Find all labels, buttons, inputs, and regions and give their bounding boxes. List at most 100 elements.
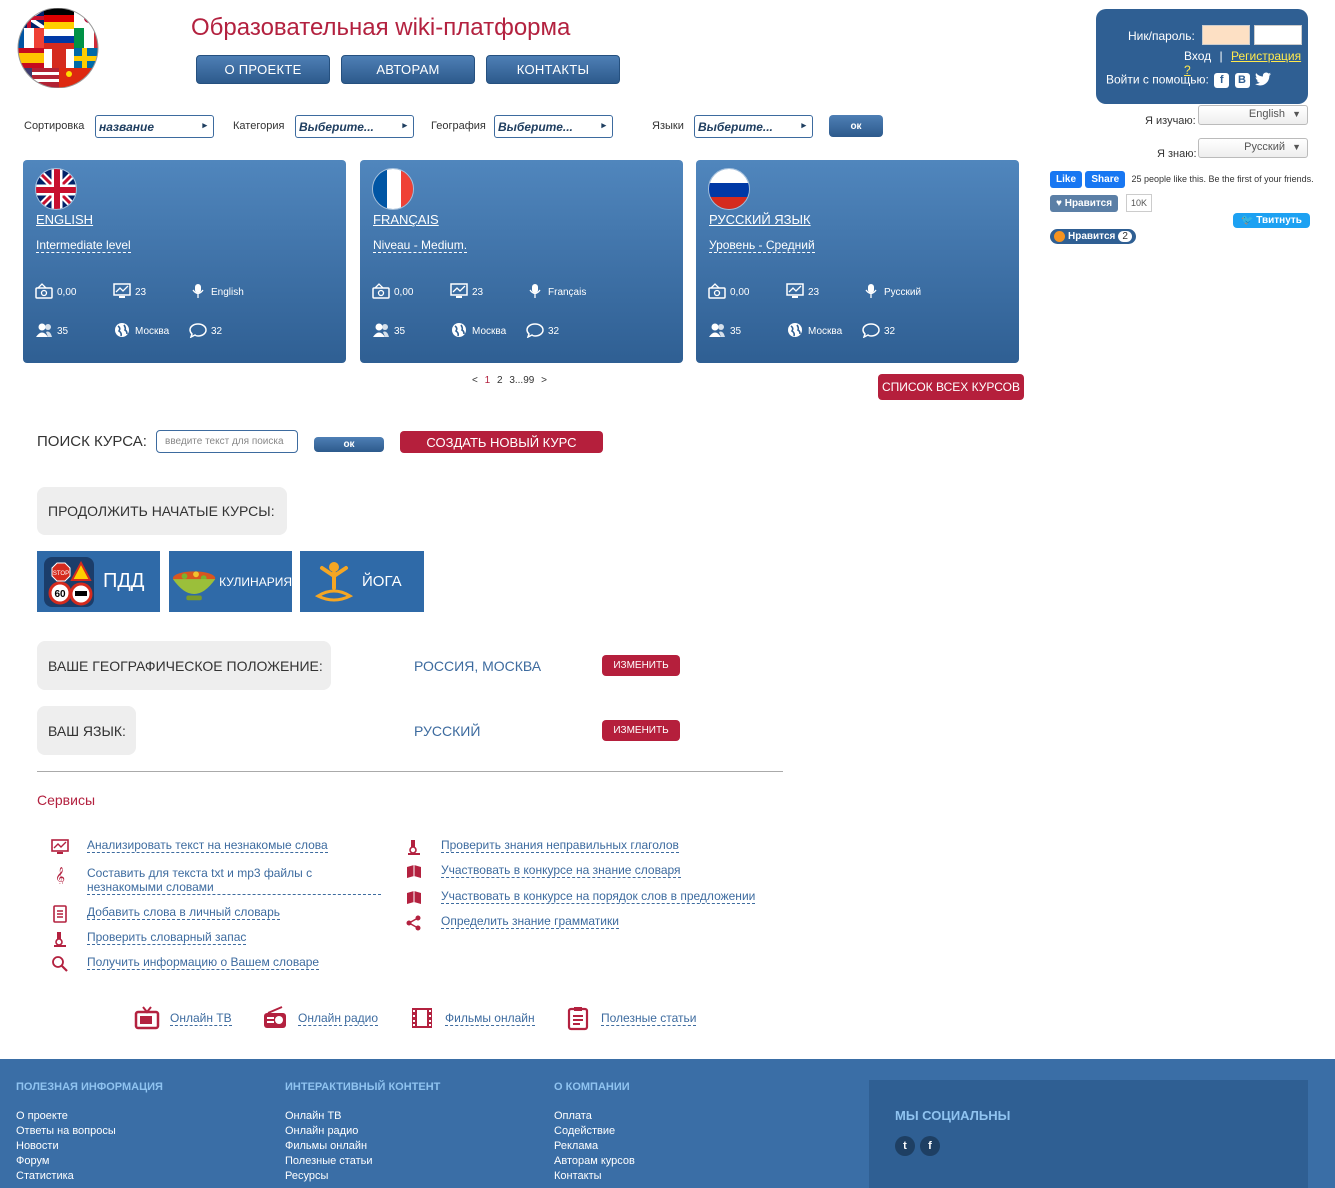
sort-select-value: название (99, 120, 155, 134)
fb-like-text: 25 people like this. Be the first of you… (1131, 174, 1314, 184)
continued-course-cooking[interactable]: КУЛИНАРИЯ (169, 551, 292, 612)
geo-value: РОССИЯ, МОСКВА (414, 658, 542, 674)
course-card[interactable]: РУССКИЙ ЯЗЫК Уровень - Средний 0,00 23 Русск… (696, 160, 1019, 363)
continued-course-yoga[interactable]: ЙОГА (300, 551, 424, 612)
learning-select[interactable]: English ▼ (1198, 105, 1308, 125)
course-stat-users-value: 35 (57, 326, 69, 337)
nav-contacts-button[interactable]: КОНТАКТЫ (486, 55, 620, 84)
footer-link[interactable]: Новости (16, 1139, 116, 1154)
ok-like-label: Нравится (1068, 231, 1116, 242)
pager-next[interactable]: > (541, 375, 547, 386)
languages-filter-select[interactable]: Выберите... ▸ (694, 115, 813, 138)
pager-page-1[interactable]: 1 (485, 375, 491, 386)
service-check-vocabulary-label: Проверить словарный запас (87, 930, 247, 945)
price-icon (708, 283, 726, 302)
create-course-button[interactable]: СОЗДАТЬ НОВЫЙ КУРС (400, 431, 603, 453)
tweet-button[interactable]: 🐦 Твитнуть (1233, 213, 1310, 228)
service-word-order-contest[interactable]: Участвовать в конкурсе на порядок слов в… (405, 889, 765, 907)
footer-link[interactable]: Ресурсы (285, 1169, 372, 1184)
radio-icon (264, 1006, 286, 1028)
course-level[interactable]: Niveau - Medium. (373, 238, 468, 253)
course-stat-stat: 23 (786, 283, 819, 302)
service-add-words[interactable]: Добавить слова в личный словарь (51, 905, 381, 923)
nick-input[interactable] (1202, 25, 1250, 45)
course-stat-price-value: 0,00 (394, 287, 414, 298)
service-dictionary-contest[interactable]: Участвовать в конкурсе на знание словаря (405, 863, 765, 881)
users-icon (708, 322, 726, 341)
course-name[interactable]: РУССКИЙ ЯЗЫК (709, 212, 811, 227)
stat-icon (113, 283, 131, 302)
media-online-tv[interactable]: Онлайн ТВ (134, 1005, 232, 1031)
footer-link[interactable]: Онлайн ТВ (285, 1109, 372, 1124)
fb-share-button[interactable]: Share (1085, 171, 1126, 188)
continued-course-yoga-label: ЙОГА (362, 573, 402, 590)
lang-icon (526, 283, 544, 302)
media-useful-articles[interactable]: Полезные статьи (565, 1005, 697, 1031)
continue-courses-label: ПРОДОЛЖИТЬ НАЧАТЫЕ КУРСЫ: (37, 487, 287, 535)
sort-select[interactable]: название ▸ (95, 115, 214, 138)
login-link[interactable]: Вход (1184, 49, 1211, 63)
pager-page-2[interactable]: 2 (497, 375, 503, 386)
media-films-online[interactable]: Фильмы онлайн (409, 1005, 535, 1031)
category-select[interactable]: Выберите... ▸ (295, 115, 414, 138)
site-logo[interactable] (14, 7, 104, 89)
course-card[interactable]: ENGLISH Intermediate level 0,00 23 English 35… (23, 160, 346, 363)
course-level[interactable]: Уровень - Средний (709, 238, 815, 253)
footer-link[interactable]: Ответы на вопросы (16, 1124, 116, 1139)
service-check-vocabulary[interactable]: Проверить словарный запас (51, 930, 381, 948)
course-stat-stat-value: 23 (135, 287, 147, 298)
vk-icon[interactable]: B (1234, 73, 1250, 88)
footer-link[interactable]: Форум (16, 1154, 116, 1169)
fb-like-button[interactable]: Like (1050, 171, 1083, 188)
footer-link[interactable]: О проекте (16, 1109, 116, 1124)
twitter-icon[interactable] (1254, 72, 1271, 89)
known-select[interactable]: Русский ▼ (1198, 138, 1308, 158)
service-grammar-test[interactable]: Определить знание грамматики (405, 914, 765, 932)
all-courses-button[interactable]: СПИСОК ВСЕХ КУРСОВ (878, 374, 1024, 400)
course-card[interactable]: FRANÇAIS Niveau - Medium. 0,00 23 Français 35… (360, 160, 683, 363)
pager-prev[interactable]: < (472, 375, 478, 386)
flag-fr-icon (372, 168, 414, 210)
course-name[interactable]: ENGLISH (36, 212, 93, 227)
course-stat-price-value: 0,00 (57, 287, 77, 298)
users-icon (372, 322, 390, 341)
footer-link[interactable]: Оплата (554, 1109, 635, 1124)
media-online-radio[interactable]: Онлайн радио (262, 1005, 379, 1031)
ok-like-button[interactable]: Нравится 2 (1050, 229, 1136, 244)
facebook-icon[interactable]: f (1214, 73, 1230, 88)
service-dictionary-info[interactable]: Получить информацию о Вашем словаре (51, 955, 381, 973)
service-irregular-verbs[interactable]: Проверить знания неправильных глаголов (405, 838, 765, 856)
change-language-button[interactable]: ИЗМЕНИТЬ (602, 720, 680, 741)
continued-course-pdd[interactable]: STOP 60 ПДД (37, 551, 160, 612)
course-name[interactable]: FRANÇAIS (373, 212, 439, 227)
footer-col3-title: О КОМПАНИИ (554, 1081, 630, 1093)
facebook-icon[interactable]: f (920, 1136, 940, 1156)
footer-link[interactable]: Контакты (554, 1169, 635, 1184)
filter-ok-button[interactable]: ок (829, 115, 883, 137)
footer-link[interactable]: Авторам курсов (554, 1154, 635, 1169)
twitter-icon[interactable]: t (895, 1136, 915, 1156)
service-make-files[interactable]: 𝄞 Составить для текста txt и mp3 файлы с… (51, 866, 381, 895)
geo-filter-select[interactable]: Выберите... ▸ (494, 115, 613, 138)
footer-link[interactable]: Содействие (554, 1124, 635, 1139)
change-geo-button[interactable]: ИЗМЕНИТЬ (602, 655, 680, 676)
footer-link[interactable]: Статистика (16, 1169, 116, 1184)
comments-icon (862, 322, 880, 341)
search-ok-button[interactable]: ок (314, 437, 384, 452)
continued-course-cooking-label: КУЛИНАРИЯ (219, 574, 292, 589)
nav-authors-button[interactable]: АВТОРАМ (341, 55, 475, 84)
course-stat-city-value: Москва (808, 326, 843, 337)
facebook-like-widget: Like Share 25 people like this. Be the f… (1050, 171, 1314, 188)
service-analyze-text[interactable]: Анализировать текст на незнакомые слова (51, 838, 381, 856)
footer-link[interactable]: Полезные статьи (285, 1154, 372, 1169)
course-search-input[interactable]: введите текст для поиска (156, 430, 298, 453)
course-level[interactable]: Intermediate level (36, 238, 131, 253)
vk-like-button[interactable]: ♥ Нравится (1050, 195, 1119, 212)
password-input[interactable] (1254, 25, 1302, 45)
pager-page-last[interactable]: 99 (523, 375, 534, 386)
nav-about-button[interactable]: О ПРОЕКТЕ (196, 55, 330, 84)
footer-link[interactable]: Фильмы онлайн (285, 1139, 372, 1154)
footer-link[interactable]: Онлайн радио (285, 1124, 372, 1139)
footer-link[interactable]: Реклама (554, 1139, 635, 1154)
social-title: МЫ СОЦИАЛЬНЫ (895, 1108, 1011, 1123)
